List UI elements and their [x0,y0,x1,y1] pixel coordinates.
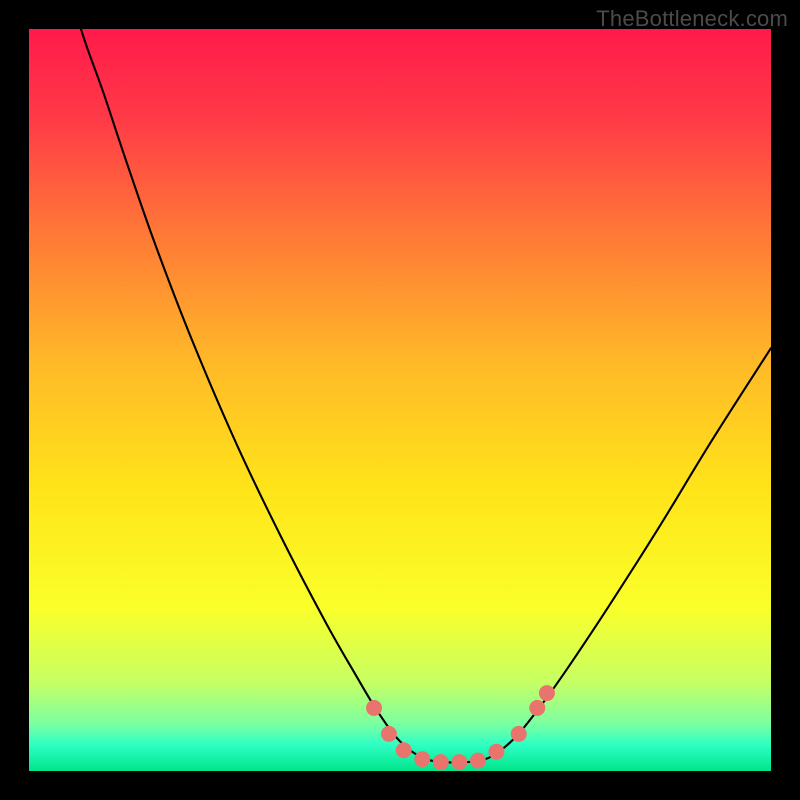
valley-marker [529,700,545,716]
valley-marker [414,751,430,767]
valley-marker [539,685,555,701]
outer-black-frame: TheBottleneck.com [0,0,800,800]
valley-marker [488,744,504,760]
chart-background [29,29,771,771]
valley-marker [396,742,412,758]
valley-marker [470,753,486,769]
valley-marker [366,700,382,716]
valley-marker [451,754,467,770]
valley-marker [381,726,397,742]
bottleneck-chart [29,29,771,771]
valley-marker [433,754,449,770]
valley-marker [511,726,527,742]
attribution-text: TheBottleneck.com [596,6,788,32]
